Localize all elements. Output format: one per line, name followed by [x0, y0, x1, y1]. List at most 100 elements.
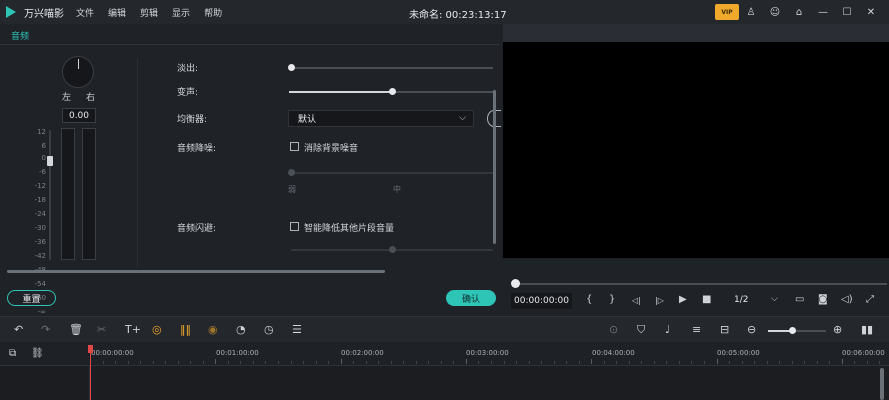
minimize-button[interactable]: —	[811, 4, 835, 20]
zoom-out-icon[interactable]: ⊖	[747, 323, 756, 336]
feedback-icon[interactable]: ☺	[763, 4, 787, 20]
mark-out-icon[interactable]: }	[609, 294, 615, 305]
playback-speed[interactable]: 1/2	[734, 295, 748, 305]
ruler-tick	[829, 361, 831, 364]
scale-label: 0	[41, 154, 46, 162]
scale-label: -18	[34, 196, 46, 204]
equalizer-dropdown[interactable]: 默认 ⌵	[288, 110, 474, 127]
fade-out-knob[interactable]	[288, 64, 295, 71]
fit-icon[interactable]: ⊟	[720, 323, 729, 336]
tab-audio[interactable]: 音频	[11, 29, 30, 45]
voice-change-knob[interactable]	[389, 88, 396, 95]
menu-view[interactable]: 显示	[172, 6, 190, 19]
ruler-tick	[729, 361, 730, 364]
display-icon[interactable]: ▭	[795, 294, 804, 305]
account-icon[interactable]: ♙	[739, 4, 763, 20]
close-button[interactable]: ✕	[859, 4, 883, 20]
store-icon[interactable]: ⌂	[787, 4, 811, 20]
panel-vertical-scrollbar[interactable]	[493, 90, 496, 244]
ruler-tick	[390, 361, 392, 364]
play-icon[interactable]: ▶	[679, 294, 687, 305]
scale-label: 6	[41, 142, 46, 150]
playback-progress-track[interactable]	[515, 283, 887, 285]
volume-icon[interactable]: ◁)	[841, 294, 853, 305]
timeline-vertical-scrollbar[interactable]	[880, 368, 884, 400]
timeline-tracks[interactable]	[0, 366, 889, 400]
fade-out-label: 淡出:	[177, 64, 199, 74]
speed-icon[interactable]: ◎	[152, 323, 162, 336]
denoise-label: 音频降噪:	[177, 144, 217, 154]
window-controls: VIP ♙ ☺ ⌂ — ☐ ✕	[715, 4, 883, 20]
timeline-ruler[interactable]: 00:00:00:00 00:01:00:00 00:02:00:00 00:0…	[90, 342, 889, 366]
fullscreen-icon[interactable]: ⤢	[866, 294, 874, 305]
voiceover-icon[interactable]: ≡	[692, 323, 701, 336]
level-meter-right	[82, 128, 96, 260]
ruler-tick	[177, 361, 179, 364]
scale-label: -12	[34, 182, 46, 190]
volume-fader-handle[interactable]	[47, 156, 53, 166]
ruler-tick	[202, 361, 204, 364]
playhead-line[interactable]	[90, 350, 91, 400]
snapshot-icon[interactable]: ◙	[818, 294, 828, 305]
menu-file[interactable]: 文件	[76, 6, 94, 19]
mark-in-icon[interactable]: {	[586, 294, 592, 305]
ruler-tick	[453, 361, 455, 364]
ducking-checkbox[interactable]	[290, 222, 299, 231]
fade-out-slider[interactable]	[291, 67, 493, 69]
vip-button[interactable]: VIP	[715, 4, 739, 20]
menu-clip[interactable]: 剪辑	[140, 6, 158, 19]
microphone-icon[interactable]: ♩	[665, 323, 670, 336]
stop-icon[interactable]: ■	[702, 294, 711, 305]
ruler-label: 00:04:00:00	[592, 349, 635, 357]
shield-icon[interactable]: ⛉	[637, 323, 645, 337]
balance-value[interactable]: 0.00	[62, 108, 96, 123]
menu-help[interactable]: 帮助	[204, 6, 222, 19]
ok-button[interactable]: 确认	[446, 290, 496, 306]
zoom-in-icon[interactable]: ⊕	[833, 323, 842, 336]
reset-button[interactable]: 重置	[7, 290, 56, 306]
maximize-button[interactable]: ☐	[835, 4, 859, 20]
clock-icon[interactable]: ◷	[264, 323, 274, 336]
ruler-tick	[591, 359, 593, 364]
balance-knob[interactable]	[62, 56, 94, 88]
audio-effect-icon[interactable]: ◉	[208, 323, 218, 336]
ruler-tick	[227, 361, 229, 364]
app-logo-icon	[4, 5, 18, 19]
undo-icon[interactable]: ↶	[14, 323, 23, 336]
split-view-icon[interactable]: ▮▮	[861, 323, 873, 336]
add-track-icon[interactable]: ⧉	[9, 348, 16, 359]
ruler-tick	[528, 361, 530, 364]
ruler-tick	[465, 359, 467, 364]
text-icon[interactable]: T+	[125, 323, 141, 336]
link-icon[interactable]: ⛓	[31, 348, 44, 359]
step-play-icon[interactable]: |▷	[655, 296, 664, 305]
scale-label: -30	[34, 224, 46, 232]
ruler-tick	[766, 361, 768, 364]
playback-progress-knob[interactable]	[511, 279, 520, 288]
player-controls: 00:00:00:00 { } ◁| |▷ ▶ ■ 1/2 ⌵ ▭ ◙ ◁) ⤢	[503, 258, 889, 316]
speedometer-icon[interactable]: ◔	[236, 323, 246, 336]
render-icon[interactable]: ⊙	[609, 323, 618, 336]
chevron-down-icon[interactable]: ⌵	[771, 294, 778, 304]
redo-icon[interactable]: ↷	[41, 323, 50, 336]
volume-fader-track[interactable]	[49, 130, 51, 260]
audio-wave-icon[interactable]: ‖‖	[180, 323, 191, 336]
panel-horizontal-scrollbar[interactable]	[7, 270, 385, 273]
ducking-checkbox-label: 智能降低其他片段音量	[304, 224, 395, 234]
zoom-knob[interactable]	[789, 327, 796, 334]
delete-icon[interactable]: 🗑	[69, 323, 83, 336]
denoise-low-label: 弱	[288, 185, 296, 194]
previous-frame-icon[interactable]: ◁|	[632, 296, 641, 305]
cut-icon[interactable]: ✂	[97, 323, 106, 336]
ruler-tick	[140, 361, 142, 364]
ruler-tick	[415, 361, 417, 364]
ruler-tick	[340, 359, 342, 364]
adjust-icon[interactable]: ☰	[292, 323, 302, 336]
ducking-label: 音频闪避:	[177, 224, 217, 234]
menu-edit[interactable]: 编辑	[108, 6, 126, 19]
denoise-checkbox[interactable]	[290, 142, 299, 151]
ruler-tick	[152, 361, 154, 364]
scale-label: -24	[34, 210, 46, 218]
ruler-tick	[115, 361, 117, 364]
ruler-tick	[741, 361, 743, 364]
